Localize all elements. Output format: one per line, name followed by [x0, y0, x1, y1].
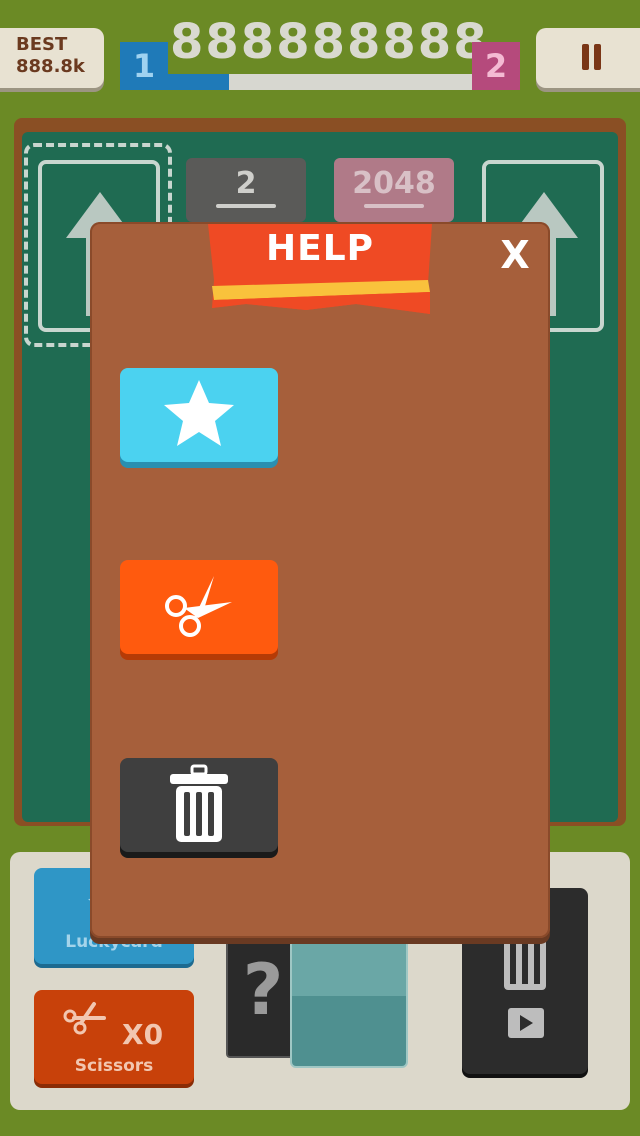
trash-icon: [504, 938, 546, 990]
scissors-count: X0: [122, 1018, 164, 1051]
tile-2048: 2048: [334, 158, 454, 222]
scissors-icon: [63, 1002, 106, 1035]
scissors-label: Scissors: [74, 1056, 154, 1076]
pause-button[interactable]: [536, 28, 640, 88]
tile-value: 2: [235, 166, 257, 201]
video-icon: [508, 1008, 544, 1038]
best-label: BEST: [16, 34, 68, 55]
score-display: 888888888: [170, 14, 489, 70]
scissors-button[interactable]: X0 Scissors: [34, 990, 194, 1084]
player-2-badge: 2: [472, 42, 520, 90]
lucky-card-help-button[interactable]: [120, 368, 278, 462]
trash-help-button[interactable]: [120, 758, 278, 852]
mystery-card[interactable]: ?: [226, 936, 300, 1058]
best-score-box: BEST 888.8k: [0, 28, 104, 88]
player-1-badge: 1: [120, 42, 168, 90]
pause-icon: [582, 44, 589, 70]
trash-icon: [170, 764, 228, 842]
progress-bar: [168, 74, 472, 90]
scissors-help-button[interactable]: [120, 560, 278, 654]
next-tile-card: [290, 936, 408, 1068]
close-button[interactable]: X: [492, 230, 538, 280]
dialog-title: HELP: [265, 228, 375, 269]
tile-value: 2048: [352, 166, 436, 201]
best-value: 888.8k: [16, 56, 85, 77]
scissors-icon: [165, 576, 232, 637]
star-icon: [164, 380, 234, 446]
progress-fill: [168, 74, 229, 90]
tile-2: 2: [186, 158, 306, 222]
